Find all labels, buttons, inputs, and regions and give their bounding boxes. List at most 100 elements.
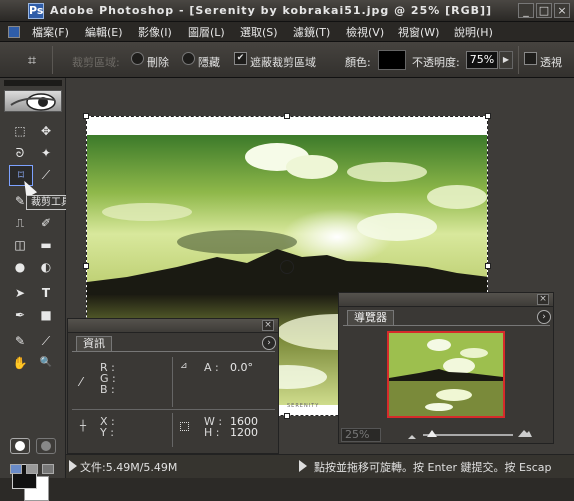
hand-tool-icon[interactable]: ✋ — [10, 354, 30, 372]
options-bar: ⌗ 裁剪區域: 刪除 隱藏 ✔ 遮蔽裁剪區域 顏色: 不透明度: 75% ▶ 透… — [0, 42, 574, 78]
magic-wand-tool-icon[interactable]: ✦ — [36, 144, 56, 162]
zoom-slider-thumb[interactable] — [427, 430, 437, 437]
standard-mode-button[interactable] — [10, 438, 30, 454]
info-a-value: 0.0° — [230, 361, 253, 374]
zoom-tool-icon[interactable]: 🔍 — [36, 354, 56, 372]
crop-handle-tl[interactable] — [83, 113, 89, 119]
divider — [343, 325, 550, 326]
menu-image[interactable]: 影像(I) — [138, 24, 172, 40]
navigator-zoom-field[interactable]: 25% — [341, 428, 381, 442]
separator — [52, 46, 53, 74]
tool-hint-text: 點按並拖移可旋轉。按 Enter 鍵提交。按 Escap — [314, 461, 552, 474]
eyedropper-tool-icon[interactable]: ⟋ — [36, 332, 56, 350]
navigator-panel-menu-button[interactable]: › — [537, 310, 551, 324]
status-info-arrow-icon[interactable] — [299, 460, 307, 472]
toolbox-grip[interactable] — [4, 80, 62, 86]
info-a-label: A : — [204, 361, 219, 374]
screen-mode-full-menu-icon[interactable] — [26, 464, 38, 474]
menu-select[interactable]: 選取(S) — [240, 24, 278, 40]
opacity-input[interactable]: 75% — [466, 51, 498, 69]
close-button[interactable]: × — [554, 3, 570, 18]
maximize-button[interactable]: □ — [536, 3, 552, 18]
delete-label: 刪除 — [147, 56, 169, 69]
navigator-tab[interactable]: 導覽器 — [347, 310, 394, 325]
crosshair-icon: ┼ — [80, 421, 87, 432]
divider — [172, 413, 173, 447]
zoom-in-icon[interactable] — [517, 428, 533, 438]
photoshop-eye-logo[interactable] — [4, 90, 62, 112]
info-panel-close-button[interactable]: × — [262, 320, 274, 331]
navigator-panel-titlebar[interactable]: × — [339, 293, 553, 307]
image-caption: SERENITY — [287, 403, 320, 409]
lasso-tool-icon[interactable]: ᘐ — [10, 144, 30, 162]
info-panel-menu-button[interactable]: › — [262, 336, 276, 350]
path-selection-tool-icon[interactable]: ➤ — [10, 284, 30, 302]
navigator-thumbnail[interactable] — [387, 331, 505, 418]
opacity-slider-arrow[interactable]: ▶ — [499, 51, 513, 69]
info-b-label: B : — [100, 383, 115, 396]
navigator-panel-close-button[interactable]: × — [537, 294, 549, 305]
menu-filter[interactable]: 濾鏡(T) — [293, 24, 330, 40]
crop-handle-tr[interactable] — [485, 113, 491, 119]
angle-icon: ⊿ — [180, 361, 188, 371]
color-label: 顏色: — [345, 56, 371, 69]
shape-tool-icon[interactable]: ■ — [36, 306, 56, 324]
document-size-info: 文件:5.49M/5.49M — [80, 461, 178, 474]
document-icon[interactable] — [8, 26, 20, 38]
zoom-out-icon[interactable] — [407, 430, 417, 439]
eraser-tool-icon[interactable]: ◫ — [10, 236, 30, 254]
dodge-tool-icon[interactable]: ◐ — [36, 258, 56, 276]
perspective-checkbox[interactable] — [524, 52, 537, 65]
photoshop-app-icon[interactable]: Ps — [28, 3, 44, 19]
history-brush-tool-icon[interactable]: ✐ — [36, 214, 56, 232]
shield-checkbox[interactable]: ✔ — [234, 52, 247, 65]
crop-handle-mr[interactable] — [485, 263, 491, 269]
menu-help[interactable]: 說明(H) — [454, 24, 493, 40]
delete-radio[interactable] — [131, 52, 144, 65]
divider — [172, 357, 173, 407]
info-h-label: H : — [204, 426, 220, 439]
toolbox: ⬚ ✥ ᘐ ✦ ⌑ ⟋ ✎ ⎍ ✐ ◫ ▬ ● ◐ ➤ T ✒ ■ ✎ ⟋ ✋ … — [0, 78, 66, 501]
gradient-tool-icon[interactable]: ▬ — [36, 236, 56, 254]
screen-mode-standard-icon[interactable] — [10, 464, 22, 474]
info-tab[interactable]: 資訊 — [76, 336, 112, 351]
menu-file[interactable]: 檔案(F) — [32, 24, 69, 40]
notes-tool-icon[interactable]: ✎ — [10, 332, 30, 350]
hide-label: 隱藏 — [198, 56, 220, 69]
title-bar: Ps Adobe Photoshop - [Serenity by kobrak… — [0, 0, 574, 22]
crop-handle-tc[interactable] — [284, 113, 290, 119]
navigator-panel: × 導覽器 › 25% — [338, 292, 554, 444]
menu-view[interactable]: 檢視(V) — [346, 24, 384, 40]
selection-size-icon — [180, 422, 189, 431]
marquee-tool-icon[interactable]: ⬚ — [10, 122, 30, 140]
pen-tool-icon[interactable]: ✒ — [10, 306, 30, 324]
crop-handle-bc[interactable] — [284, 413, 290, 419]
menu-layer[interactable]: 圖層(L) — [188, 24, 225, 40]
status-menu-arrow-icon[interactable] — [69, 460, 77, 472]
hide-radio[interactable] — [182, 52, 195, 65]
screen-mode-full-icon[interactable] — [42, 464, 54, 474]
menu-window[interactable]: 視窗(W) — [398, 24, 439, 40]
type-tool-icon[interactable]: T — [36, 284, 56, 302]
status-bar: 文件:5.49M/5.49M 點按並拖移可旋轉。按 Enter 鍵提交。按 Es… — [66, 454, 574, 478]
minimize-button[interactable]: _ — [518, 3, 534, 18]
eyedropper-icon: ⁄ — [80, 375, 83, 389]
crop-area-label: 裁剪區域: — [72, 56, 120, 69]
info-h-value: 1200 — [230, 426, 258, 439]
menu-edit[interactable]: 編輯(E) — [85, 24, 123, 40]
crop-handle-ml[interactable] — [83, 263, 89, 269]
info-panel-titlebar[interactable]: × — [68, 319, 278, 333]
blur-tool-icon[interactable]: ● — [10, 258, 30, 276]
crop-center-point[interactable] — [280, 260, 294, 274]
info-panel: × 資訊 › ⁄ R : G : B : ⊿ A : 0.0° ┼ X : Y … — [67, 318, 279, 454]
divider — [72, 351, 275, 352]
move-tool-icon[interactable]: ✥ — [36, 122, 56, 140]
crop-icon[interactable]: ⌗ — [22, 50, 42, 70]
clone-stamp-tool-icon[interactable]: ⎍ — [10, 214, 30, 232]
perspective-label: 透視 — [540, 56, 562, 69]
slice-tool-icon[interactable]: ⟋ — [36, 166, 56, 184]
shield-label: 遮蔽裁剪區域 — [250, 56, 316, 69]
quick-mask-button[interactable] — [36, 438, 56, 454]
shield-color-swatch[interactable] — [378, 50, 406, 70]
separator — [518, 46, 519, 74]
